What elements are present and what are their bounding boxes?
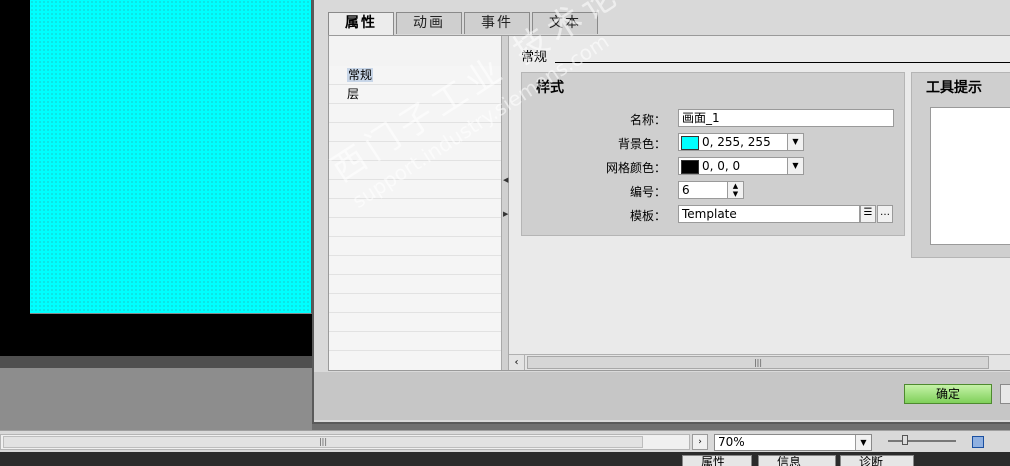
nav-item-layer[interactable]: 层 — [329, 85, 501, 104]
horizontal-scrollbar[interactable]: ‹ ||| — [509, 354, 1010, 370]
tab-properties[interactable]: 属性 — [328, 12, 394, 36]
scroll-left-icon[interactable]: ‹ — [509, 355, 525, 370]
nav-item-general[interactable]: 常规 — [329, 66, 501, 85]
nav-empty-row — [329, 199, 501, 218]
nav-empty-row — [329, 161, 501, 180]
tab-texts[interactable]: 文本 — [532, 12, 598, 34]
tab-body: 常规 层 ◀ ▶ 常规 样式 名称： 画面_1 背景色： 0, 255, 255… — [328, 35, 1010, 371]
grid-color-picker[interactable]: 0, 0, 0 ▼ — [678, 157, 804, 175]
bg-color-value: 0, 255, 255 — [702, 135, 771, 149]
chevron-down-icon[interactable]: ▼ — [855, 435, 871, 450]
tab-events[interactable]: 事件 — [464, 12, 530, 34]
nav-empty-row — [329, 218, 501, 237]
nav-empty-row — [329, 104, 501, 123]
nav-item-label: 层 — [347, 87, 360, 101]
name-value: 画面_1 — [682, 111, 720, 125]
property-tabs: 属性 动画 事件 文本 — [328, 12, 600, 36]
list-icon[interactable]: ☰ — [860, 205, 876, 223]
editor-statusbar: ||| › 70% ▼ — [0, 430, 1010, 452]
zoom-select[interactable]: 70% ▼ — [714, 434, 872, 451]
property-nav: 常规 层 — [329, 36, 501, 370]
nav-empty-row — [329, 294, 501, 313]
bg-color-picker[interactable]: 0, 255, 255 ▼ — [678, 133, 804, 151]
nav-empty-row — [329, 256, 501, 275]
collapse-left-icon[interactable]: ◀ — [503, 176, 508, 184]
screen-canvas[interactable] — [30, 0, 312, 314]
number-row: 编号： 6 ▲ ▼ — [522, 181, 906, 201]
name-field[interactable]: 画面_1 — [678, 109, 894, 127]
ok-button[interactable]: 确定 — [904, 384, 992, 404]
tab-inspector-label: 属性 — [701, 455, 726, 466]
tab-animations[interactable]: 动画 — [396, 12, 462, 34]
section-title: 常规 — [521, 50, 548, 65]
name-label: 名称： — [629, 113, 666, 127]
bg-color-label: 背景色： — [617, 137, 666, 151]
scroll-thumb[interactable]: ||| — [3, 436, 643, 448]
nav-empty-row — [329, 275, 501, 294]
nav-empty-row — [329, 123, 501, 142]
scroll-right-icon[interactable]: › — [692, 434, 708, 450]
grid-color-swatch — [681, 159, 699, 174]
style-group-title: 样式 — [536, 80, 564, 96]
editor-divider — [0, 356, 312, 368]
browse-button[interactable]: … — [877, 205, 893, 223]
grid-color-value: 0, 0, 0 — [702, 159, 741, 173]
zoom-value: 70% — [718, 435, 745, 449]
spin-updown-icon[interactable]: ▲ ▼ — [727, 182, 743, 198]
scroll-thumb[interactable]: ||| — [527, 356, 989, 369]
tooltip-textarea[interactable] — [930, 107, 1010, 245]
number-label: 编号： — [629, 185, 666, 199]
nav-empty-row — [329, 180, 501, 199]
tab-inspector-label: 诊断 — [859, 455, 884, 466]
zoom-slider-handle[interactable] — [902, 435, 908, 445]
pane-splitter[interactable]: ◀ ▶ — [501, 36, 509, 370]
zoom-slider-track[interactable] — [888, 440, 956, 442]
template-label: 模板： — [629, 209, 666, 223]
dialog-footer: 确定 — [314, 372, 1010, 420]
chevron-down-icon[interactable]: ▼ — [787, 134, 803, 150]
style-group: 样式 名称： 画面_1 背景色： 0, 255, 255 ▼ 网格颜色： 0, … — [521, 72, 905, 236]
property-content: 常规 样式 名称： 画面_1 背景色： 0, 255, 255 ▼ 网格颜色： … — [509, 36, 1010, 370]
tab-inspector-label: 信息 — [777, 455, 802, 466]
grid-color-label: 网格颜色： — [605, 161, 666, 175]
number-value: 6 — [682, 183, 690, 197]
grid-color-row: 网格颜色： 0, 0, 0 ▼ — [522, 157, 906, 177]
number-stepper[interactable]: 6 ▲ ▼ — [678, 181, 744, 199]
inspector-tabbar: 属性 信息 诊断 — [0, 452, 1010, 466]
tab-inspector-properties[interactable]: 属性 — [682, 455, 752, 466]
template-row: 模板： Template ☰ … — [522, 205, 906, 225]
screen-editor[interactable] — [0, 0, 312, 356]
bg-color-swatch — [681, 135, 699, 150]
template-field[interactable]: Template — [678, 205, 860, 223]
bg-color-row: 背景色： 0, 255, 255 ▼ — [522, 133, 906, 153]
chevron-down-icon[interactable]: ▼ — [787, 158, 803, 174]
cancel-button[interactable] — [1000, 384, 1010, 404]
nav-empty-row — [329, 237, 501, 256]
template-value: Template — [682, 207, 737, 221]
nav-empty-row — [329, 313, 501, 332]
name-row: 名称： 画面_1 — [522, 109, 906, 129]
tab-inspector-diagnostics[interactable]: 诊断 — [840, 455, 914, 466]
editor-horizontal-scrollbar[interactable]: ||| — [0, 434, 690, 450]
nav-empty-row — [329, 332, 501, 351]
nav-header — [329, 36, 501, 66]
editor-lower-pane — [0, 368, 312, 430]
tab-inspector-info[interactable]: 信息 — [758, 455, 836, 466]
nav-empty-row — [329, 142, 501, 161]
section-divider — [555, 62, 1010, 63]
fit-to-window-icon[interactable] — [972, 436, 984, 448]
expand-right-icon[interactable]: ▶ — [503, 210, 508, 218]
tooltip-group-title: 工具提示 — [926, 80, 982, 96]
screen-properties-dialog: 属性 动画 事件 文本 常规 层 ◀ ▶ 常规 样式 名称： 画面_1 背景色：… — [312, 0, 1010, 424]
nav-item-label: 常规 — [347, 68, 374, 82]
tooltip-group: 工具提示 — [911, 72, 1010, 258]
